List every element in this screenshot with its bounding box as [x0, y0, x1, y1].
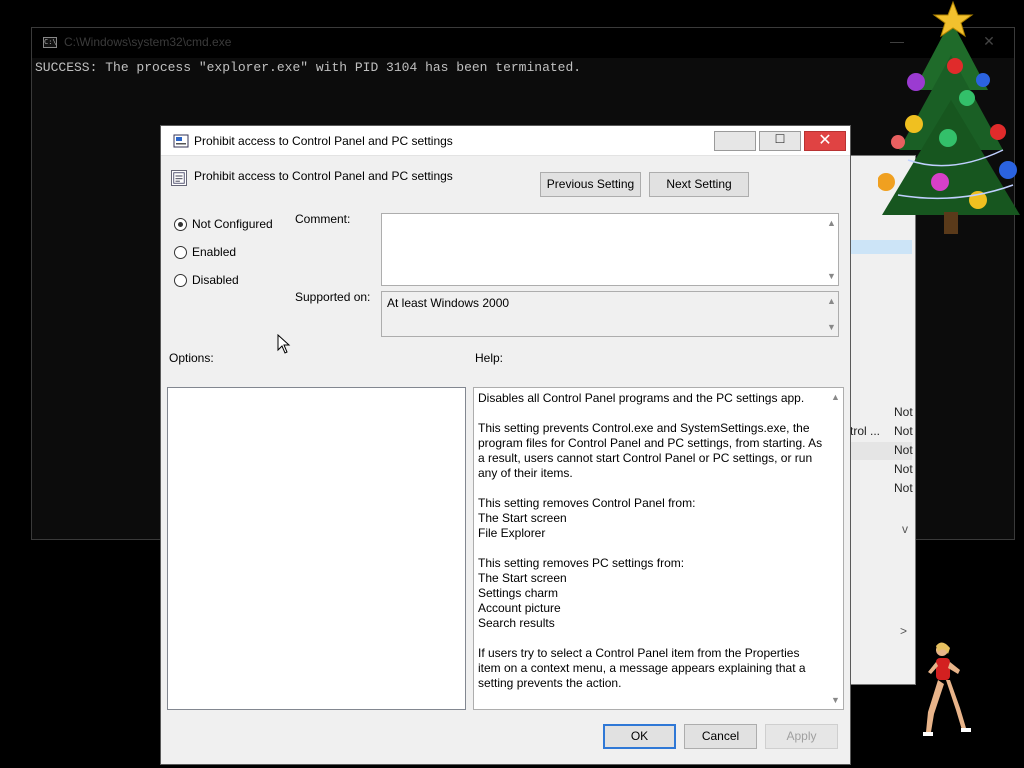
radio-button[interactable] [174, 217, 187, 231]
scroll-down-icon[interactable]: ▼ [827, 271, 836, 281]
state-cell: Not [894, 424, 913, 438]
help-list-item: Account picture [478, 601, 561, 615]
selected-tree-item[interactable] [850, 240, 912, 254]
help-paragraph: This setting prevents Control.exe and Sy… [478, 421, 823, 480]
help-list-item: File Explorer [478, 526, 546, 540]
state-cell: Not [894, 443, 913, 457]
help-scrollbar[interactable]: ▲ ▼ [827, 388, 843, 709]
scroll-down-icon[interactable]: ▼ [827, 322, 836, 332]
state-cell: Not [894, 462, 913, 476]
close-button[interactable]: ✕ [804, 131, 846, 151]
policy-dialog[interactable]: Prohibit access to Control Panel and PC … [160, 125, 851, 765]
supported-scrollbar[interactable]: ▲ ▼ [825, 292, 838, 336]
help-label: Help: [475, 351, 504, 365]
policy-setting-icon [171, 170, 187, 186]
cmd-titlebar[interactable]: C:\ C:\Windows\system32\cmd.exe — ✕ [32, 28, 1014, 58]
mouse-cursor-icon [277, 334, 291, 354]
comment-label: Comment: [295, 212, 351, 226]
help-list-item: Search results [478, 616, 555, 630]
radio-label: Enabled [192, 245, 237, 259]
setting-name: Prohibit access to Control Panel and PC … [194, 169, 453, 183]
scroll-up-icon[interactable]: ▲ [827, 296, 836, 306]
options-panel[interactable] [167, 387, 466, 710]
ok-button[interactable]: OK [603, 724, 676, 749]
help-panel[interactable]: Disables all Control Panel programs and … [473, 387, 844, 710]
state-cell: Not [894, 405, 913, 419]
help-list-item: The Start screen [478, 571, 567, 585]
comment-textbox[interactable]: ▲ ▼ [381, 213, 839, 286]
dancing-figure-icon [923, 642, 971, 736]
scroll-down-icon[interactable]: v [902, 522, 908, 536]
supported-on-label: Supported on: [295, 290, 371, 304]
radio-label: Disabled [192, 273, 239, 287]
console-output: SUCCESS: The process "explorer.exe" with… [35, 60, 582, 75]
radio-button[interactable] [174, 245, 187, 259]
help-paragraph: If users try to select a Control Panel i… [478, 646, 806, 690]
help-text[interactable]: Disables all Control Panel programs and … [478, 391, 824, 706]
minimize-button[interactable] [714, 131, 756, 151]
row-fragment: trol ... [850, 424, 881, 438]
cancel-button[interactable]: Cancel [684, 724, 757, 749]
policy-icon [173, 134, 189, 148]
dialog-titlebar[interactable]: Prohibit access to Control Panel and PC … [161, 126, 850, 156]
scroll-down-icon[interactable]: ▼ [831, 695, 840, 705]
christmas-tree-icon [878, 0, 1020, 234]
console-icon: C:\ [43, 37, 57, 48]
dialog-title: Prohibit access to Control Panel and PC … [194, 134, 453, 148]
previous-setting-button[interactable]: Previous Setting [540, 172, 641, 197]
radio-enabled[interactable]: Enabled [174, 243, 236, 261]
help-paragraph: This setting removes PC settings from: [478, 556, 685, 570]
scroll-right-icon[interactable]: > [900, 624, 907, 638]
help-list-item: Settings charm [478, 586, 559, 600]
cmd-title: C:\Windows\system32\cmd.exe [64, 35, 232, 49]
supported-on-value: At least Windows 2000 [387, 296, 510, 310]
radio-button[interactable] [174, 273, 187, 287]
apply-button[interactable]: Apply [765, 724, 838, 749]
state-cell: Not [894, 481, 913, 495]
maximize-icon: ☐ [774, 132, 786, 146]
radio-not-configured[interactable]: Not Configured [174, 215, 273, 233]
radio-label: Not Configured [192, 217, 273, 231]
help-paragraph: This setting removes Control Panel from: [478, 496, 696, 510]
radio-disabled[interactable]: Disabled [174, 271, 239, 289]
maximize-button[interactable]: ☐ [759, 131, 801, 151]
scroll-up-icon[interactable]: ▲ [831, 392, 840, 402]
supported-on-field: At least Windows 2000 ▲ ▼ [381, 291, 839, 337]
help-paragraph: Disables all Control Panel programs and … [478, 391, 805, 405]
help-list-item: The Start screen [478, 511, 567, 525]
scroll-up-icon[interactable]: ▲ [827, 218, 836, 228]
comment-scrollbar[interactable]: ▲ ▼ [825, 214, 838, 285]
next-setting-button[interactable]: Next Setting [649, 172, 749, 197]
close-icon: ✕ [818, 132, 832, 149]
options-label: Options: [169, 351, 214, 365]
